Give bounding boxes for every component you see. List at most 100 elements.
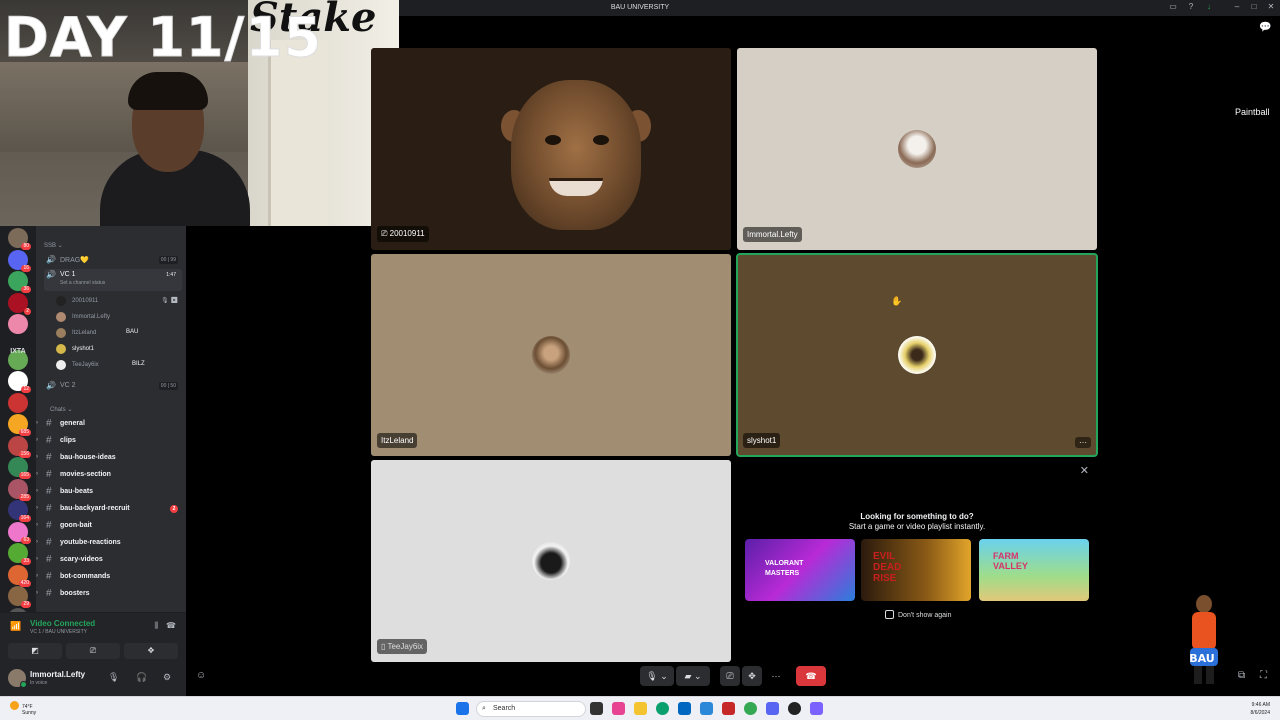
server-icon[interactable]: 156 — [8, 435, 31, 458]
text-channel-boosters[interactable]: › # boosters — [36, 587, 186, 602]
discord-icon[interactable] — [766, 702, 779, 715]
server-icon[interactable]: 420 — [8, 564, 31, 587]
activity-card-evil-dead[interactable]: EVIL DEAD RISE — [861, 539, 971, 601]
minimize-icon[interactable]: – — [1230, 2, 1244, 14]
text-channel-bau-house-ideas[interactable]: › # bau-house-ideas — [36, 451, 186, 466]
camera-toggle-button[interactable]: ◩ — [8, 643, 62, 659]
chevron-right-icon: › — [36, 573, 38, 579]
text-channel-clips[interactable]: › # clips — [36, 434, 186, 449]
server-icon[interactable]: 2 — [8, 292, 31, 315]
text-channel-youtube-reactions[interactable]: › # youtube-reactions — [36, 536, 186, 551]
mention-badge: 29 — [21, 601, 31, 608]
server-icon[interactable]: 63 — [8, 521, 31, 544]
voice-status-title[interactable]: Video Connected — [30, 619, 95, 628]
mail-icon[interactable] — [700, 702, 713, 715]
text-channel-goon-bait[interactable]: › # goon-bait — [36, 519, 186, 534]
server-icon[interactable]: 12 — [8, 371, 31, 393]
noise-suppression-icon[interactable]: ⫼ — [154, 621, 158, 631]
more-options-icon[interactable]: ··· — [1075, 437, 1091, 448]
category-ssb[interactable]: SSB ⌄ — [44, 242, 63, 249]
app-icon[interactable] — [722, 702, 735, 715]
mention-badge: 36 — [21, 286, 31, 293]
activities-button[interactable]: ✥ — [124, 643, 178, 659]
voice-member[interactable]: Immortal.Lefty — [56, 311, 182, 325]
avatar — [532, 542, 570, 580]
screen-share-icon[interactable]: ⎚ — [720, 666, 740, 686]
video-tile-immortal-lefty[interactable]: Immortal.Lefty — [737, 48, 1097, 250]
svg-text:BAU: BAU — [1189, 652, 1215, 665]
text-channel-scary-videos[interactable]: › # scary-videos — [36, 553, 186, 568]
text-channel-bot-commands[interactable]: › # bot-commands — [36, 570, 186, 585]
monkey-video-feed — [501, 60, 651, 240]
server-icon[interactable]: 16 — [8, 249, 31, 272]
hash-icon: # — [46, 520, 52, 531]
server-icon[interactable]: 165 — [8, 457, 31, 479]
voice-channel-vc2[interactable]: 🔊 VC 2 00 | 50 — [44, 380, 182, 393]
voice-member[interactable]: TeeJay6ix BILZ — [56, 359, 182, 373]
text-channel-general[interactable]: › # general — [36, 417, 186, 432]
system-clock[interactable]: 9:46 AM 8/6/2024 — [1251, 701, 1270, 717]
weather-widget[interactable]: 74°F Sunny — [10, 701, 36, 716]
file-explorer-icon[interactable] — [634, 702, 647, 715]
voice-member[interactable]: ItzLeland BAU — [56, 327, 182, 341]
more-icon[interactable]: ··· — [766, 666, 786, 686]
text-channel-movies-section[interactable]: › # movies-section — [36, 468, 186, 483]
obs-icon[interactable] — [788, 702, 801, 715]
microphone-icon[interactable]: 🎙 — [108, 672, 119, 683]
voice-channel-drag[interactable]: 🔊 DRAG💛 00 | 99 — [44, 254, 182, 267]
server-icon[interactable] — [8, 392, 28, 413]
app-icon[interactable] — [612, 702, 625, 715]
server-icon[interactable]: 285 — [8, 478, 31, 501]
voice-member[interactable]: slyshot1 — [56, 343, 182, 357]
close-icon[interactable]: ✕ — [1080, 464, 1089, 477]
disconnect-icon[interactable]: ☎ — [166, 621, 176, 630]
maximize-icon[interactable]: □ — [1247, 2, 1261, 14]
activity-card-valorant[interactable]: VALORANT MASTERS — [745, 539, 855, 601]
server-icon[interactable]: 164 — [8, 500, 31, 522]
activity-heading: Looking for something to do? — [860, 512, 974, 521]
leave-call-button[interactable]: ☎ — [796, 666, 826, 686]
activities-icon[interactable]: ✥ — [742, 666, 762, 686]
video-tile-teejay6ix[interactable]: ▯ TeeJay6ix — [371, 460, 731, 662]
server-icon[interactable] — [8, 314, 28, 334]
close-window-icon[interactable]: ✕ — [1264, 2, 1278, 14]
activity-card-farm[interactable]: FARM VALLEY — [979, 539, 1089, 601]
help-icon[interactable]: ? — [1184, 2, 1198, 14]
dont-show-again-checkbox[interactable]: Don't show again — [885, 610, 951, 619]
chrome-icon[interactable] — [744, 702, 757, 715]
video-tile-20010911[interactable]: ⎚ 20010911 — [371, 48, 731, 250]
username[interactable]: Immortal.Lefty — [30, 670, 85, 679]
server-icon[interactable]: 80 — [8, 228, 31, 250]
headphones-icon[interactable]: 🎧 — [136, 672, 147, 683]
text-channel-bau-backyard-recruit[interactable]: › # bau-backyard-recruit 2 — [36, 502, 186, 517]
category-chats[interactable]: Chats ⌄ — [50, 406, 72, 413]
inbox-icon[interactable]: ▭ — [1166, 2, 1180, 14]
taskbar-search[interactable]: ⌕ Search — [476, 701, 586, 717]
video-tile-itzleland[interactable]: ItzLeland — [371, 254, 731, 456]
download-icon[interactable]: ↓ — [1202, 2, 1216, 14]
server-icon[interactable]: 29 — [8, 586, 31, 608]
windows-start-icon[interactable] — [456, 702, 469, 715]
settings-gear-icon[interactable]: ⚙ — [163, 672, 171, 683]
voice-member[interactable]: 20010911 🎙 ▶ — [56, 295, 182, 309]
server-icon[interactable]: 36 — [8, 271, 31, 293]
server-icon[interactable]: 33 — [8, 543, 31, 565]
task-view-icon[interactable] — [590, 702, 603, 715]
voice-channel-vc1[interactable]: 🔊 VC 1 1:47 Set a channel status — [44, 269, 182, 291]
hash-icon: # — [46, 503, 52, 514]
app-icon[interactable] — [810, 702, 823, 715]
server-icon[interactable]: 685 — [8, 414, 31, 436]
text-channel-bau-beats[interactable]: › # bau-beats — [36, 485, 186, 500]
add-friend-icon[interactable]: ☺ — [196, 670, 206, 681]
server-text-icon[interactable]: IXTA — [4, 348, 32, 355]
store-icon[interactable] — [678, 702, 691, 715]
screen-share-button[interactable]: ⎚ — [66, 643, 120, 659]
popout-icon[interactable]: ⧉ — [1238, 670, 1245, 681]
tile-label: Immortal.Lefty — [743, 227, 802, 242]
chat-bubble-icon[interactable]: 💬 — [1259, 22, 1271, 33]
camera-button[interactable]: ▰ ⌄ — [676, 666, 710, 686]
edge-icon[interactable] — [656, 702, 669, 715]
video-tile-slyshot1[interactable]: ✋ slyshot1 ··· — [736, 253, 1098, 457]
fullscreen-icon[interactable]: ⛶ — [1260, 670, 1267, 681]
mute-button[interactable]: 🎙 ⌄ — [640, 666, 674, 686]
